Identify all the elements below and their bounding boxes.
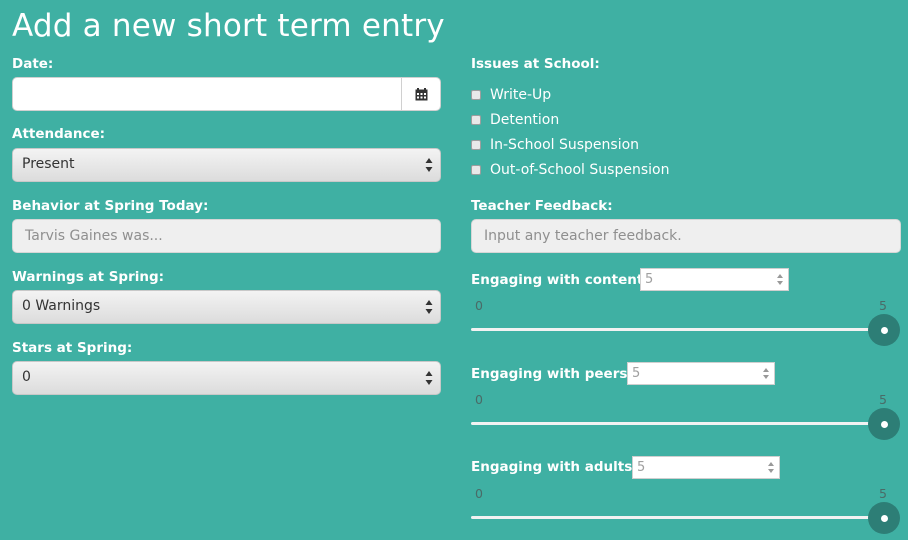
behavior-label: Behavior at Spring Today: bbox=[12, 198, 209, 214]
checkbox-label: Write-Up bbox=[490, 87, 552, 103]
engaging-adults-label: Engaging with adults: bbox=[471, 459, 638, 475]
attendance-select[interactable]: Present bbox=[12, 148, 441, 182]
engaging-peers-number-input[interactable]: 5 bbox=[627, 362, 775, 385]
attendance-selected: Present bbox=[22, 156, 75, 172]
slider-max-label: 5 bbox=[879, 392, 887, 407]
warnings-select[interactable]: 0 Warnings bbox=[12, 290, 441, 324]
date-picker-button[interactable] bbox=[401, 78, 440, 110]
behavior-placeholder: Tarvis Gaines was... bbox=[25, 228, 163, 244]
teacher-feedback-label: Teacher Feedback: bbox=[471, 198, 613, 214]
engaging-adults-value: 5 bbox=[637, 460, 646, 475]
in-school-suspension-checkbox[interactable] bbox=[471, 140, 481, 150]
warnings-selected: 0 Warnings bbox=[22, 298, 101, 314]
updown-arrows-icon bbox=[425, 371, 433, 385]
slider-min-label: 0 bbox=[475, 298, 483, 313]
issues-label: Issues at School: bbox=[471, 56, 600, 72]
updown-arrows-icon bbox=[425, 158, 433, 172]
write-up-checkbox[interactable] bbox=[471, 90, 481, 100]
engaging-adults-number-input[interactable]: 5 bbox=[632, 456, 780, 479]
detention-checkbox[interactable] bbox=[471, 115, 481, 125]
date-field[interactable] bbox=[12, 77, 441, 111]
out-of-school-suspension-checkbox[interactable] bbox=[471, 165, 481, 175]
slider-min-label: 0 bbox=[475, 392, 483, 407]
warnings-label: Warnings at Spring: bbox=[12, 269, 165, 285]
checkbox-label: Out-of-School Suspension bbox=[490, 162, 670, 178]
page-title: Add a new short term entry bbox=[12, 8, 445, 44]
stars-label: Stars at Spring: bbox=[12, 340, 133, 356]
behavior-input[interactable]: Tarvis Gaines was... bbox=[12, 219, 441, 253]
slider-min-label: 0 bbox=[475, 486, 483, 501]
spinner-arrows-icon[interactable] bbox=[762, 367, 770, 380]
checkbox-label: In-School Suspension bbox=[490, 137, 640, 153]
issue-option-out-of-school-suspension[interactable]: Out-of-School Suspension bbox=[471, 162, 669, 178]
slider-max-label: 5 bbox=[879, 298, 887, 313]
teacher-feedback-placeholder: Input any teacher feedback. bbox=[484, 228, 682, 244]
attendance-label: Attendance: bbox=[12, 126, 106, 142]
engaging-content-label: Engaging with content: bbox=[471, 272, 649, 288]
engaging-content-number-input[interactable]: 5 bbox=[640, 268, 789, 291]
stars-selected: 0 bbox=[22, 369, 31, 385]
slider-max-label: 5 bbox=[879, 486, 887, 501]
teacher-feedback-input[interactable]: Input any teacher feedback. bbox=[471, 219, 901, 253]
stars-select[interactable]: 0 bbox=[12, 361, 441, 395]
date-label: Date: bbox=[12, 56, 54, 72]
calendar-icon bbox=[415, 87, 427, 100]
engaging-adults-slider-track[interactable] bbox=[471, 516, 885, 519]
checkbox-label: Detention bbox=[490, 112, 560, 128]
updown-arrows-icon bbox=[425, 300, 433, 314]
issue-option-in-school-suspension[interactable]: In-School Suspension bbox=[471, 137, 639, 153]
engaging-peers-slider-track[interactable] bbox=[471, 422, 885, 425]
engaging-content-slider-track[interactable] bbox=[471, 328, 885, 331]
engaging-peers-label: Engaging with peers: bbox=[471, 366, 633, 382]
spinner-arrows-icon[interactable] bbox=[767, 461, 775, 474]
engaging-peers-slider-handle[interactable] bbox=[868, 408, 900, 440]
engaging-content-slider-handle[interactable] bbox=[868, 314, 900, 346]
engaging-content-value: 5 bbox=[645, 272, 654, 287]
issue-option-detention[interactable]: Detention bbox=[471, 112, 559, 128]
engaging-peers-value: 5 bbox=[632, 366, 641, 381]
engaging-adults-slider-handle[interactable] bbox=[868, 502, 900, 534]
spinner-arrows-icon[interactable] bbox=[776, 273, 784, 286]
issue-option-write-up[interactable]: Write-Up bbox=[471, 87, 551, 103]
